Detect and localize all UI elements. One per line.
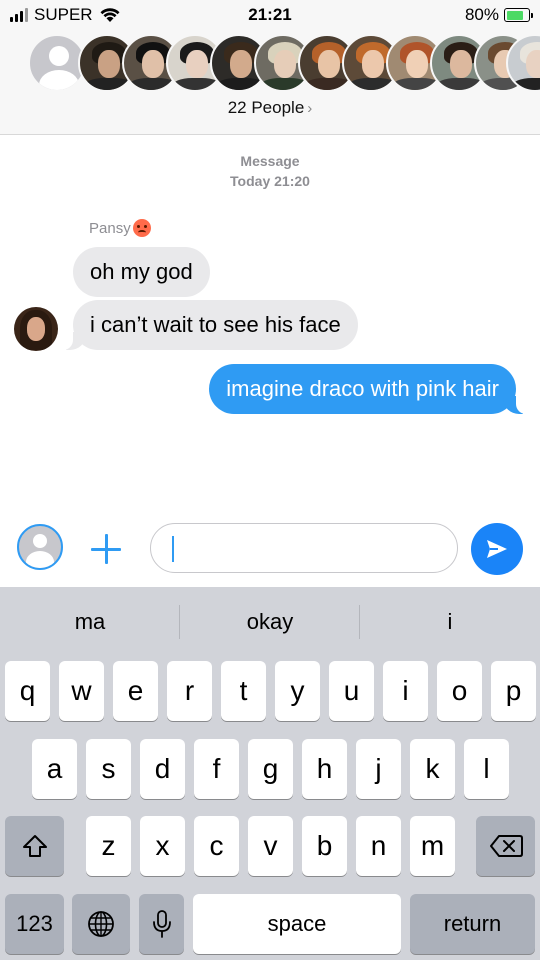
group-header: SUPER 21:21 80% 22 People › <box>0 0 540 135</box>
key-z[interactable]: z <box>86 816 131 876</box>
message-text: imagine draco with pink hair <box>226 376 499 401</box>
key-k[interactable]: k <box>410 739 455 799</box>
key-m[interactable]: m <box>410 816 455 876</box>
space-key[interactable]: space <box>193 894 401 954</box>
message-input-field[interactable] <box>150 523 458 573</box>
key-l[interactable]: l <box>464 739 509 799</box>
people-count-label: 22 People <box>227 98 305 117</box>
key-c[interactable]: c <box>194 816 239 876</box>
key-w[interactable]: w <box>59 661 104 721</box>
delete-key[interactable] <box>476 816 535 876</box>
plus-icon[interactable] <box>90 533 122 565</box>
sender-name: Pansy <box>89 219 151 237</box>
key-i[interactable]: i <box>383 661 428 721</box>
key-g[interactable]: g <box>248 739 293 799</box>
message-input[interactable] <box>151 524 457 572</box>
globe-icon <box>88 911 114 937</box>
key-u[interactable]: u <box>329 661 374 721</box>
key-j[interactable]: j <box>356 739 401 799</box>
key-b[interactable]: b <box>302 816 347 876</box>
status-right: 80% <box>464 5 533 25</box>
memoji-avatar-button[interactable] <box>17 524 63 570</box>
numbers-key[interactable]: 123 <box>5 894 64 954</box>
compose-bar <box>0 515 540 585</box>
dictation-key[interactable] <box>139 894 184 954</box>
key-d[interactable]: d <box>140 739 185 799</box>
microphone-icon <box>152 910 171 938</box>
timestamp-value: Today 21:20 <box>230 173 310 189</box>
shift-arrow-icon <box>22 835 47 857</box>
key-e[interactable]: e <box>113 661 158 721</box>
key-o[interactable]: o <box>437 661 482 721</box>
suggestion-2[interactable]: okay <box>180 587 360 657</box>
sender-name-label: Pansy <box>89 219 131 237</box>
key-a[interactable]: a <box>32 739 77 799</box>
send-arrow-icon <box>487 540 507 558</box>
status-bar: SUPER 21:21 80% <box>0 0 540 30</box>
globe-key[interactable] <box>72 894 130 954</box>
people-count-link[interactable]: 22 People › <box>0 98 540 118</box>
battery-percent: 80% <box>464 5 499 24</box>
sender-avatar[interactable] <box>14 307 58 351</box>
key-s[interactable]: s <box>86 739 131 799</box>
message-bubble-incoming[interactable]: i can’t wait to see his face <box>61 300 358 350</box>
angry-face-emoji-icon <box>132 219 151 237</box>
key-x[interactable]: x <box>140 816 185 876</box>
suggestion-1[interactable]: ma <box>0 587 180 657</box>
key-q[interactable]: q <box>5 661 50 721</box>
message-text: oh my god <box>90 259 193 284</box>
send-button[interactable] <box>471 523 523 575</box>
battery-icon <box>504 8 533 22</box>
conversation-timestamp: Message Today 21:20 <box>0 151 540 191</box>
key-v[interactable]: v <box>248 816 293 876</box>
shift-key[interactable] <box>5 816 64 876</box>
clock: 21:21 <box>248 5 292 24</box>
backspace-icon <box>489 835 523 857</box>
message-bubble-incoming[interactable]: oh my god <box>73 247 210 297</box>
timestamp-label: Message <box>240 153 300 169</box>
message-bubble-outgoing[interactable]: imagine draco with pink hair <box>209 364 528 414</box>
key-n[interactable]: n <box>356 816 401 876</box>
key-r[interactable]: r <box>167 661 212 721</box>
chevron-right-icon: › <box>307 100 313 117</box>
key-f[interactable]: f <box>194 739 239 799</box>
keyboard: ma okay i q w e r t y u i o p a s d f g … <box>0 587 540 960</box>
key-t[interactable]: t <box>221 661 266 721</box>
key-h[interactable]: h <box>302 739 347 799</box>
message-text: i can’t wait to see his face <box>90 312 341 337</box>
key-y[interactable]: y <box>275 661 320 721</box>
predictive-bar: ma okay i <box>0 587 540 657</box>
suggestion-3[interactable]: i <box>360 587 540 657</box>
text-caret <box>172 536 174 562</box>
return-key[interactable]: return <box>410 894 535 954</box>
group-avatars[interactable] <box>28 34 540 94</box>
key-p[interactable]: p <box>491 661 536 721</box>
